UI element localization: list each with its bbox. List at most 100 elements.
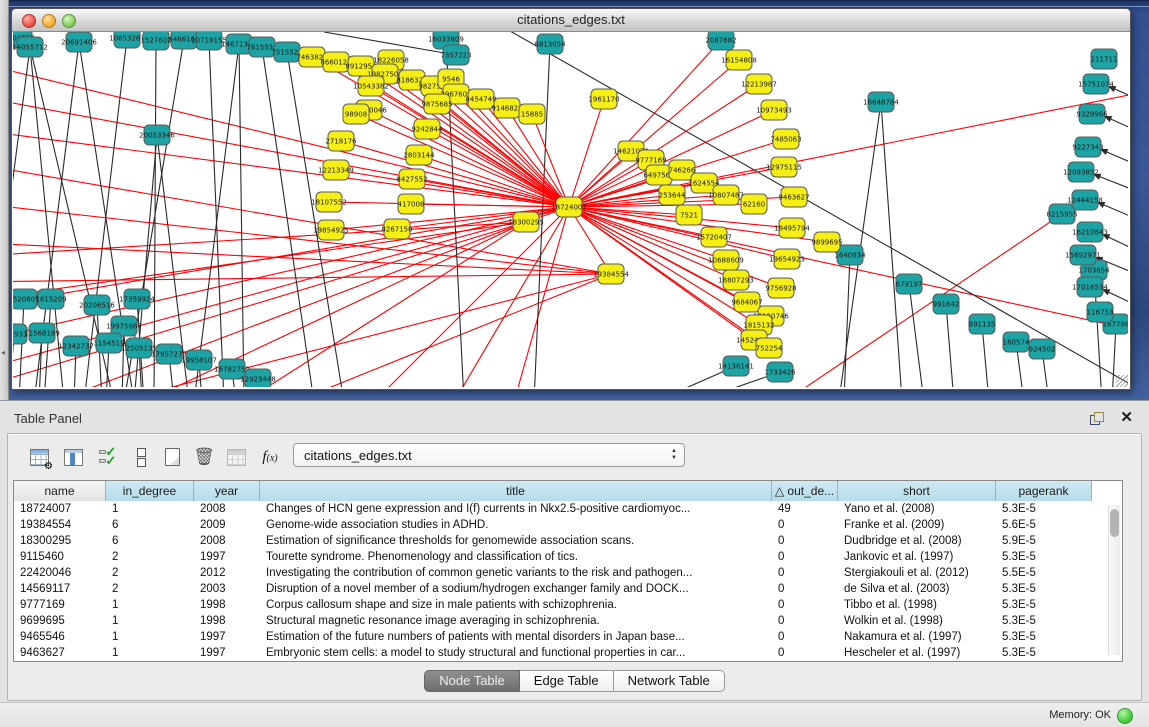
network-node[interactable]: 15885	[519, 104, 545, 124]
network-node[interactable]: 17016534	[1072, 277, 1108, 297]
network-node[interactable]: 7357223	[440, 45, 471, 65]
tab-network-table[interactable]: Network Table	[614, 670, 725, 692]
network-node[interactable]: 15720407	[696, 227, 732, 247]
close-icon[interactable]: ✕	[1120, 408, 1133, 426]
table-selector-dropdown[interactable]: citations_edges.txt ▲▼	[293, 443, 685, 467]
network-node[interactable]: 10807487	[708, 185, 744, 205]
network-node[interactable]: 9227343	[1072, 137, 1103, 157]
network-node[interactable]: 16210643	[1072, 222, 1108, 242]
network-node[interactable]: 9756928	[765, 278, 796, 298]
network-edge[interactable]	[114, 274, 611, 387]
scrollbar-thumb[interactable]	[1110, 509, 1119, 537]
new-table-icon[interactable]	[159, 444, 185, 470]
network-node[interactable]: 10543382	[353, 76, 389, 96]
table-row[interactable]: 1872400712008Changes of HCN gene express…	[14, 501, 1122, 517]
network-node[interactable]: 18300295	[508, 212, 544, 232]
network-node[interactable]: 9329966	[1076, 104, 1108, 124]
network-node[interactable]: 2803144	[403, 145, 435, 165]
network-node[interactable]: 8267150	[381, 219, 412, 239]
network-node[interactable]: 14136141	[718, 356, 754, 376]
network-node[interactable]: 19958107	[181, 350, 217, 370]
network-node[interactable]: 19384554	[593, 264, 629, 284]
network-node[interactable]: 2718176	[325, 131, 357, 151]
table-row[interactable]: 969969511998Structural magnetic resonanc…	[14, 613, 1122, 629]
network-node-hub[interactable]: 18724007	[551, 197, 587, 217]
network-node[interactable]: 10688609	[708, 250, 744, 270]
network-edge[interactable]	[341, 141, 569, 207]
network-edge[interactable]	[844, 255, 850, 387]
network-node[interactable]: 9899695	[811, 232, 842, 252]
network-node[interactable]: 62160	[741, 194, 767, 214]
vertical-scrollbar[interactable]	[1108, 505, 1120, 655]
network-node[interactable]: 98908	[343, 104, 369, 124]
network-edge[interactable]	[909, 284, 924, 387]
network-node[interactable]: 417008	[398, 194, 425, 214]
network-node[interactable]: 7521	[676, 205, 702, 225]
network-node[interactable]: 14055712	[13, 37, 48, 57]
network-node[interactable]: 2087682	[705, 32, 736, 50]
network-node[interactable]: 12342737	[58, 336, 94, 356]
network-node[interactable]: 9875685	[421, 94, 452, 114]
float-window-icon[interactable]	[1090, 412, 1104, 425]
network-node[interactable]: 12923448	[240, 369, 276, 387]
column-header-out_de[interactable]: △ out_de...	[772, 481, 838, 501]
network-edge[interactable]	[1100, 149, 1128, 168]
network-node[interactable]: 12213349	[318, 160, 354, 180]
network-edge[interactable]	[244, 222, 526, 387]
network-node[interactable]: 9463627	[778, 187, 809, 207]
table-settings-icon[interactable]: ⚙	[26, 444, 52, 470]
network-node[interactable]: 679197	[896, 274, 923, 294]
network-node[interactable]: 991642	[933, 294, 960, 314]
row-options-icon[interactable]	[128, 444, 154, 470]
network-node[interactable]: 20691406	[61, 32, 97, 52]
column-header-name[interactable]: name	[14, 481, 106, 501]
panel-collapse-handle[interactable]: ◂	[1, 348, 6, 357]
table-row[interactable]: 1456911722003Disruption of a novel membe…	[14, 581, 1122, 597]
table-row[interactable]: 1938455462009Genome-wide association stu…	[14, 517, 1122, 533]
network-edge[interactable]	[437, 104, 569, 207]
table-row[interactable]: 1830029562008Estimation of significance …	[14, 533, 1122, 549]
network-node[interactable]: 15751074	[1078, 74, 1114, 94]
network-node[interactable]: 20053346	[139, 125, 175, 145]
delete-table-icon[interactable]: 🗑	[191, 444, 217, 470]
network-edge[interactable]	[294, 274, 611, 387]
table-row[interactable]: 977716911998Corpus callosum shape and si…	[14, 597, 1122, 613]
network-node[interactable]: 18107552	[311, 192, 347, 212]
network-node[interactable]: 752254	[756, 338, 783, 358]
table-row[interactable]: 946362711997Embryonic stem cells: a mode…	[14, 645, 1122, 661]
network-node[interactable]: 17359924	[119, 289, 155, 309]
network-node[interactable]: 19654923	[769, 249, 805, 269]
network-node[interactable]: 116753	[1087, 302, 1114, 322]
network-node[interactable]: 11568189	[24, 323, 60, 343]
column-header-title[interactable]: title	[260, 481, 772, 501]
network-node[interactable]: 20206516	[79, 295, 115, 315]
network-node[interactable]: 1154519	[93, 333, 124, 353]
tab-edge-table[interactable]: Edge Table	[520, 670, 614, 692]
tab-node-table[interactable]: Node Table	[424, 670, 520, 692]
network-node[interactable]: 12093852	[1063, 162, 1099, 182]
network-node[interactable]: 18495794	[774, 218, 810, 238]
network-canvas[interactable]: 1403557140557122069140610653287152760264…	[13, 32, 1128, 387]
network-node[interactable]: 891135	[969, 314, 996, 334]
network-node[interactable]: 19854925	[313, 220, 349, 240]
select-columns-icon[interactable]: ▭✓▭✓	[94, 444, 120, 470]
network-edge[interactable]	[209, 40, 224, 387]
window-resize-grip[interactable]	[1116, 375, 1128, 387]
network-node[interactable]: 924502	[1029, 339, 1056, 359]
network-node[interactable]: 8813054	[534, 34, 566, 54]
network-node[interactable]: 10973493	[756, 100, 792, 120]
network-edge[interactable]	[239, 44, 244, 387]
table-row[interactable]: 946554611997Estimation of the future num…	[14, 629, 1122, 645]
network-edge[interactable]	[1097, 202, 1128, 222]
network-edge[interactable]	[262, 47, 314, 387]
network-edge[interactable]	[946, 304, 954, 387]
network-node[interactable]: 12213987	[741, 74, 777, 94]
memory-status-indicator[interactable]	[1117, 708, 1133, 724]
column-header-short[interactable]: short	[838, 481, 996, 501]
citation-network-graph[interactable]: 1403557140557122069140610653287152760264…	[13, 32, 1128, 387]
network-node[interactable]: 1961170	[588, 89, 619, 109]
table-row[interactable]: 2242004622012Investigating the contribut…	[14, 565, 1122, 581]
network-node[interactable]: 111711	[1091, 49, 1118, 69]
network-node[interactable]: 160574	[1003, 332, 1030, 352]
network-node[interactable]: 18807293	[718, 270, 754, 290]
